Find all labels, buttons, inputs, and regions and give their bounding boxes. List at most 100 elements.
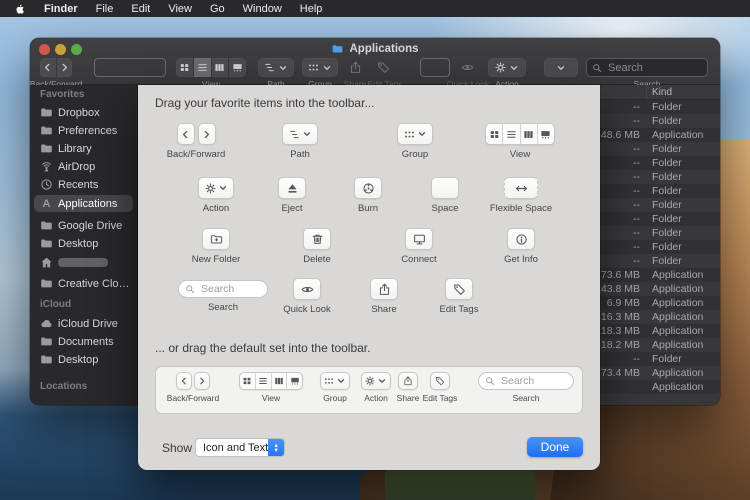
default-item-view[interactable]: View: [241, 372, 301, 403]
sidebar-item-desktop-icloud[interactable]: Desktop: [34, 351, 133, 368]
share-button[interactable]: [346, 58, 364, 77]
palette-item-edit-tags[interactable]: Edit Tags: [419, 278, 499, 315]
file-row[interactable]: 18.3 MB Application: [600, 324, 720, 338]
file-row[interactable]: -- Folder: [600, 184, 720, 198]
file-row[interactable]: -- Folder: [600, 100, 720, 114]
gallery-view-icon: [290, 376, 300, 386]
sidebar-item-airdrop[interactable]: AirDrop: [34, 158, 133, 175]
sidebar-item-icloud-drive[interactable]: iCloud Drive: [34, 315, 133, 332]
file-row[interactable]: -- Folder: [600, 352, 720, 366]
sidebar-item-dropbox[interactable]: Dropbox: [34, 104, 133, 121]
file-size: --: [600, 199, 640, 211]
default-item-edit-tags[interactable]: Edit Tags: [420, 372, 460, 403]
sidebar-item-preferences[interactable]: Preferences: [34, 122, 133, 139]
view-segmented-control[interactable]: [176, 58, 246, 77]
palette-item-search[interactable]: Search: [173, 280, 273, 313]
file-list-header[interactable]: Kind: [600, 85, 720, 100]
palette-item-view[interactable]: View: [470, 123, 570, 160]
palette-item-connect[interactable]: Connect: [379, 228, 459, 265]
palette-item-delete[interactable]: Delete: [277, 228, 357, 265]
menu-item-help[interactable]: Help: [300, 3, 323, 15]
menu-item-window[interactable]: Window: [243, 3, 282, 15]
palette-item-get-info[interactable]: Get Info: [481, 228, 561, 265]
file-row[interactable]: -- Folder: [600, 240, 720, 254]
palette-item-share[interactable]: Share: [344, 278, 424, 315]
palette-item-group[interactable]: Group: [375, 123, 455, 160]
file-kind: Folder: [652, 115, 682, 127]
sidebar-item-desktop[interactable]: Desktop: [34, 235, 133, 252]
file-row[interactable]: -- Folder: [600, 156, 720, 170]
search-input[interactable]: [606, 61, 702, 75]
file-row[interactable]: 73.6 MB Application: [600, 268, 720, 282]
palette-item-burn[interactable]: Burn: [328, 177, 408, 214]
toolbar-drop-placeholder[interactable]: [420, 58, 450, 77]
toolbar-search-field[interactable]: [586, 58, 708, 77]
file-row[interactable]: -- Folder: [600, 170, 720, 184]
palette-item-quick-look[interactable]: Quick Look: [267, 278, 347, 315]
palette-item-back-forward[interactable]: Back/Forward: [156, 123, 236, 160]
action-button[interactable]: [488, 58, 526, 77]
folder-icon: [40, 124, 53, 137]
palette-item-new-folder[interactable]: New Folder: [176, 228, 256, 265]
back-button[interactable]: [40, 58, 57, 77]
palette-item-path[interactable]: Path: [260, 123, 340, 160]
share-icon: [403, 376, 413, 386]
file-row[interactable]: -- Folder: [600, 142, 720, 156]
palette-item-flexible-space[interactable]: Flexible Space: [481, 177, 561, 214]
default-item-search[interactable]: Search: [478, 372, 574, 403]
file-row[interactable]: 6.9 MB Application: [600, 296, 720, 310]
list-view-icon: [197, 62, 208, 73]
file-row[interactable]: -- Folder: [600, 226, 720, 240]
palette-item-eject[interactable]: Eject: [252, 177, 332, 214]
icon-view-button[interactable]: [176, 58, 194, 77]
file-row[interactable]: 43.8 MB Application: [600, 282, 720, 296]
menu-bar: Finder File Edit View Go Window Help: [0, 0, 750, 17]
quick-look-button[interactable]: [458, 58, 476, 77]
file-size: --: [600, 171, 640, 183]
show-dropdown[interactable]: Icon and Text ▴ ▾: [195, 438, 285, 457]
back-forward-buttons[interactable]: [40, 58, 72, 77]
sidebar-item-library[interactable]: Library: [34, 140, 133, 157]
search-input[interactable]: [499, 374, 567, 388]
file-row[interactable]: 73.4 MB Application: [600, 366, 720, 380]
palette-item-action[interactable]: Action: [176, 177, 256, 214]
menu-item-file[interactable]: File: [96, 3, 114, 15]
file-row[interactable]: -- Folder: [600, 254, 720, 268]
default-item-back-forward[interactable]: Back/Forward: [164, 372, 222, 403]
toolbar-dropdown-button[interactable]: [544, 58, 578, 77]
sidebar-item-home[interactable]: [34, 254, 133, 271]
menu-item-go[interactable]: Go: [210, 3, 225, 15]
file-row[interactable]: 18.2 MB Application: [600, 338, 720, 352]
edit-tags-button[interactable]: [374, 58, 392, 77]
default-toolbar-set[interactable]: Back/Forward View Group: [155, 366, 583, 414]
sidebar-item-creative-cloud[interactable]: Creative Cloud File: [34, 275, 133, 292]
path-button[interactable]: [258, 58, 294, 77]
sidebar-item-applications[interactable]: A Applications: [34, 195, 133, 212]
done-button[interactable]: Done: [527, 437, 583, 457]
search-input[interactable]: [199, 282, 261, 296]
list-view-button[interactable]: [194, 58, 212, 77]
home-icon: [40, 256, 53, 269]
chevron-left-icon: [179, 376, 189, 386]
gallery-view-button[interactable]: [229, 58, 246, 77]
apple-menu-icon[interactable]: [14, 2, 26, 16]
group-button[interactable]: [302, 58, 338, 77]
toolbar-drop-placeholder[interactable]: [94, 58, 166, 77]
forward-button[interactable]: [57, 58, 73, 77]
column-view-button[interactable]: [212, 58, 230, 77]
kind-column-header: Kind: [652, 87, 672, 98]
file-row[interactable]: -- Folder: [600, 212, 720, 226]
menu-item-view[interactable]: View: [168, 3, 192, 15]
sidebar-item-google-drive[interactable]: Google Drive: [34, 217, 133, 234]
file-row[interactable]: Application: [600, 380, 720, 394]
menu-item-edit[interactable]: Edit: [131, 3, 150, 15]
file-row[interactable]: 16.3 MB Application: [600, 310, 720, 324]
palette-item-space[interactable]: Space: [405, 177, 485, 214]
file-row[interactable]: -- Folder: [600, 114, 720, 128]
sidebar-item-documents[interactable]: Documents: [34, 333, 133, 350]
file-row[interactable]: 48.6 MB Application: [600, 128, 720, 142]
file-row[interactable]: -- Folder: [600, 198, 720, 212]
menu-item-finder[interactable]: Finder: [44, 3, 78, 15]
sidebar-item-recents[interactable]: Recents: [34, 176, 133, 193]
screen: Finder File Edit View Go Window Help App…: [0, 0, 750, 500]
